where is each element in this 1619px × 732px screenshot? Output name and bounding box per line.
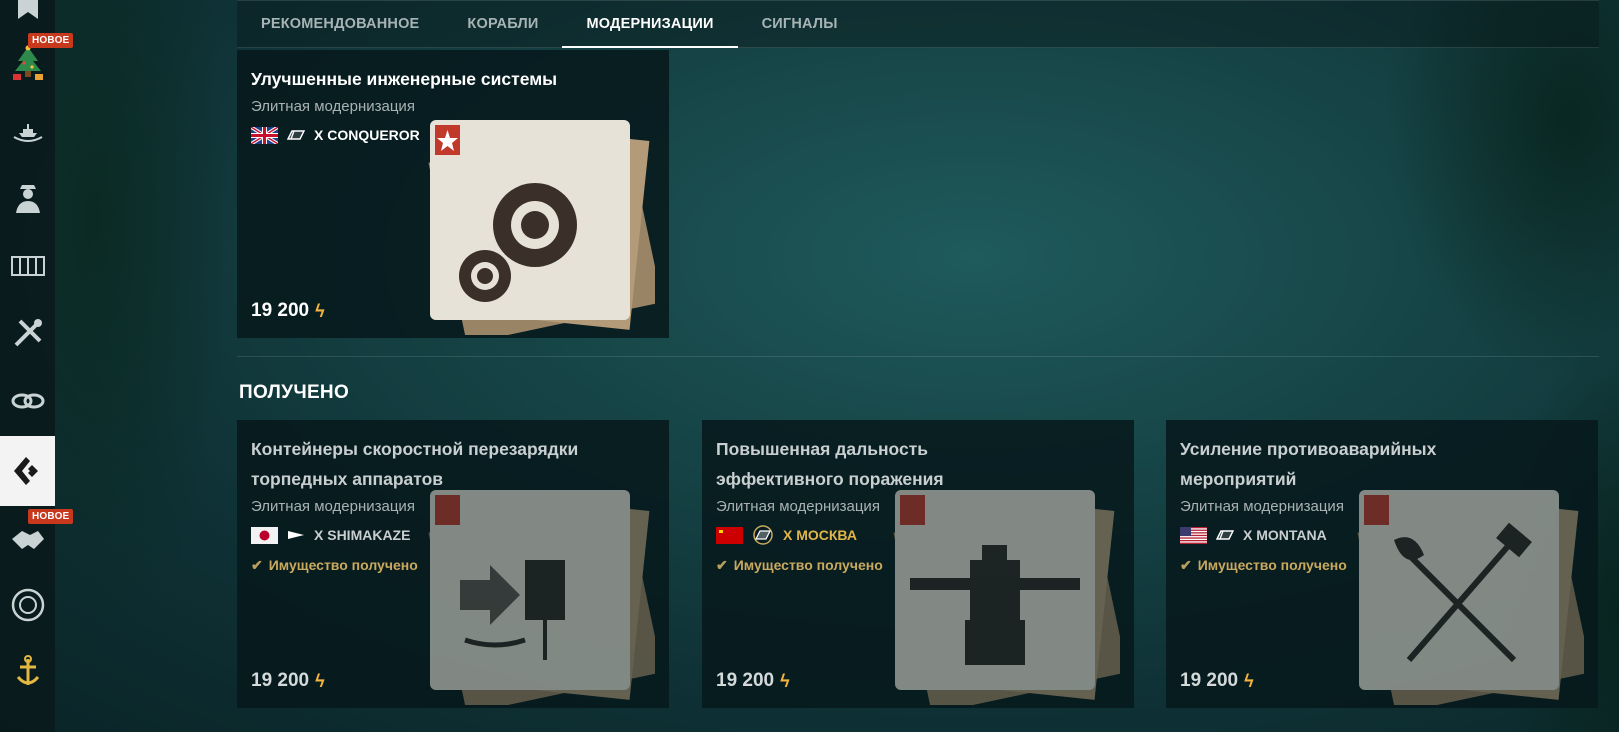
chain-icon [11,393,44,409]
tab-bar: РЕКОМЕНДОВАННОЕ КОРАБЛИ МОДЕРНИЗАЦИИ СИГ… [237,0,1599,48]
sidebar-item-coins[interactable] [0,572,55,638]
received-label: Имущество получено [1197,557,1347,573]
coal-icon: ϟ [315,670,325,691]
price-value: 19 200 [716,670,775,691]
check-icon: ✔ [716,557,728,573]
card-title: Усиление противоаварийных мероприятий [1180,439,1437,489]
commander-icon [15,185,40,213]
sidebar-item-tools[interactable] [0,300,55,366]
tab-ships[interactable]: КОРАБЛИ [443,1,562,47]
card-title: Улучшенные инженерные системы [251,69,558,89]
ussr-flag-icon [716,526,743,544]
ship-name: X SHIMAKAZE [314,527,411,543]
sidebar-item-ships[interactable] [0,98,55,164]
card-subtitle: Элитная модернизация [251,498,415,515]
sidebar-item-containers[interactable] [0,232,55,298]
new-badge: НОВОЕ [28,509,74,524]
left-sidebar: НОВОЕ НОВОЕ [0,0,74,732]
ships-laurel-icon [13,124,42,142]
sidebar-item-chain[interactable] [0,368,55,434]
card-price: 19 200 ϟ [716,670,790,692]
card-subtitle: Элитная модернизация [251,98,415,115]
card-price: 19 200 ϟ [251,300,325,322]
japan-flag-icon [251,526,278,544]
price-value: 19 200 [251,670,310,691]
coin-icon [11,588,44,622]
ship-name: X МОСКВА [783,527,857,543]
check-icon: ✔ [1180,557,1192,573]
card-price: 19 200 ϟ [251,670,325,692]
bookmark-icon [17,0,38,19]
received-status: ✔ Имущество получено [1180,550,1520,580]
received-label: Имущество получено [268,557,418,573]
received-section-title: ПОЛУЧЕНО [239,382,350,403]
destroyer-class-icon [288,531,304,539]
card-title: Контейнеры скоростной перезарядки торпед… [251,439,579,489]
new-badge: НОВОЕ [28,33,74,48]
card-title: Повышенная дальность эффективного пораже… [716,439,944,489]
cruiser-class-laurel-icon [753,525,773,545]
uk-flag-icon [251,126,278,144]
coal-icon: ϟ [315,300,325,321]
card-price: 19 200 ϟ [1180,670,1254,692]
received-upgrade-card[interactable]: Контейнеры скоростной перезарядки торпед… [237,420,669,708]
card-subtitle: Элитная модернизация [1180,498,1344,515]
price-value: 19 200 [1180,670,1239,691]
battleship-class-icon [1215,530,1235,540]
ship-line: X CONQUEROR [251,120,591,150]
received-upgrade-card[interactable]: Усиление противоаварийных мероприятий Эл… [1166,420,1598,708]
ship-line: X MONTANA [1180,520,1520,550]
received-label: Имущество получено [733,557,883,573]
sidebar-item-handshake[interactable]: НОВОЕ [0,506,74,572]
card-subtitle: Элитная модернизация [716,498,880,515]
coal-icon: ϟ [1244,670,1254,691]
armory-icon [13,457,38,485]
pine-decoration-top-right [1369,0,1619,400]
usa-flag-icon [1180,526,1207,544]
pine-decoration-left [55,0,255,732]
ship-line: X SHIMAKAZE [251,520,591,550]
section-divider [237,356,1599,357]
received-status: ✔ Имущество получено [251,550,591,580]
tab-signals[interactable]: СИГНАЛЫ [738,1,862,47]
price-value: 19 200 [251,300,310,321]
containers-icon [10,256,45,276]
sidebar-item-commanders[interactable] [0,164,55,230]
tab-recommended[interactable]: РЕКОМЕНДОВАННОЕ [237,1,443,47]
anchor-laurel-icon [16,655,39,685]
tools-icon [14,319,42,347]
handshake-icon [11,531,44,549]
sidebar-item-armory[interactable] [0,436,55,506]
tab-upgrades[interactable]: МОДЕРНИЗАЦИИ [562,1,738,48]
received-upgrade-card[interactable]: Повышенная дальность эффективного пораже… [702,420,1134,708]
battleship-class-icon [286,130,306,140]
sidebar-item-anchor[interactable] [0,640,55,706]
featured-upgrade-card[interactable]: Улучшенные инженерные системы Элитная мо… [237,50,669,338]
check-icon: ✔ [251,557,263,573]
received-status: ✔ Имущество получено [716,550,1056,580]
ship-line: X МОСКВА [716,520,1056,550]
sidebar-item-event[interactable]: НОВОЕ [0,30,74,96]
coal-icon: ϟ [780,670,790,691]
christmas-tree-icon [12,45,43,80]
ship-name: X CONQUEROR [314,127,420,143]
ship-name: X MONTANA [1243,527,1327,543]
